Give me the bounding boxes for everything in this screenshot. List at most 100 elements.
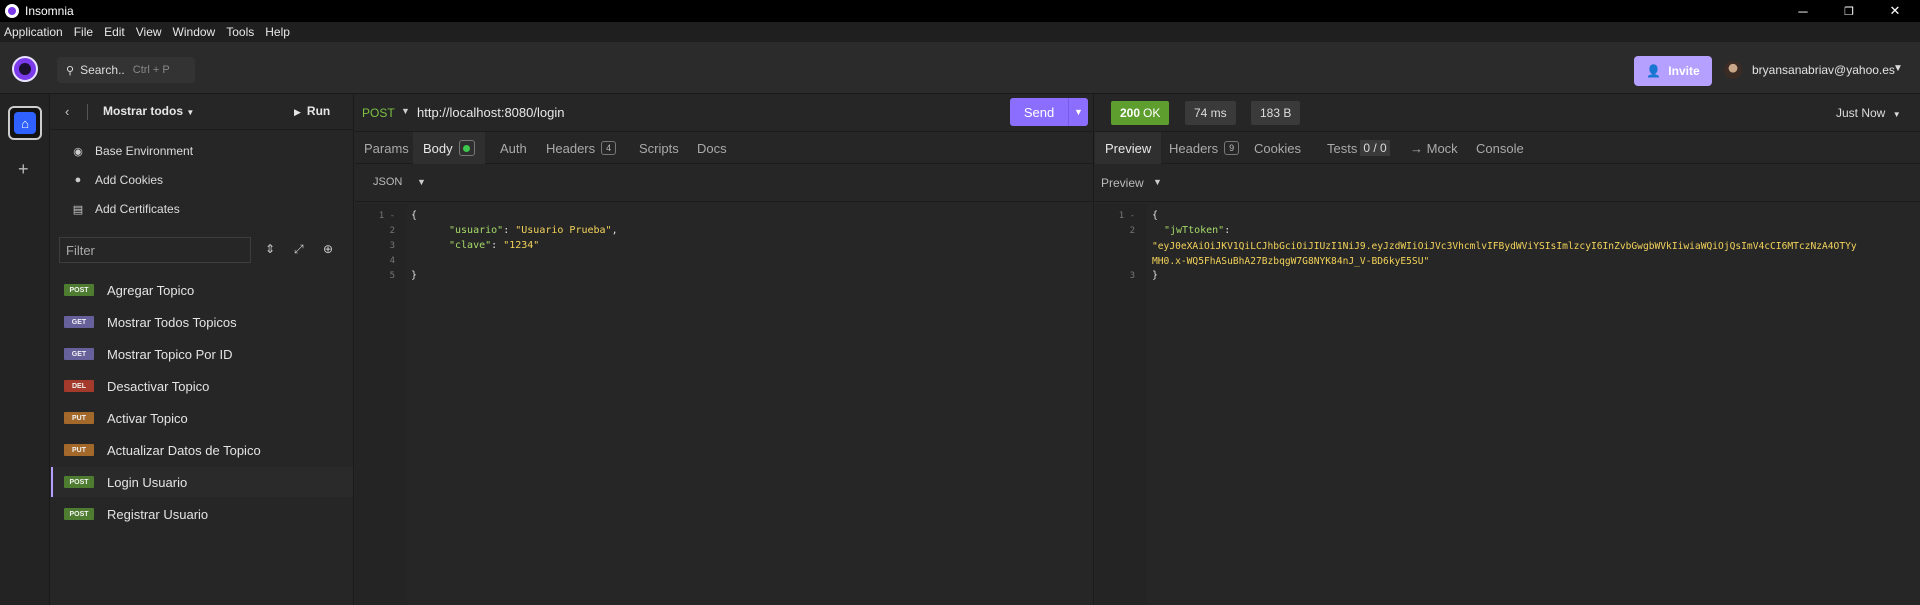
close-button[interactable]: ✕ bbox=[1872, 0, 1918, 22]
url-input[interactable]: http://localhost:8080/login bbox=[417, 105, 564, 120]
tab-docs[interactable]: Docs bbox=[697, 132, 727, 164]
line-gutter bbox=[1095, 204, 1147, 605]
minimize-button[interactable]: ─ bbox=[1780, 0, 1826, 22]
tab-headers-label: Headers bbox=[1169, 140, 1219, 156]
code-line[interactable]: { bbox=[411, 210, 417, 221]
chevron-down-icon[interactable]: ▼ bbox=[417, 177, 426, 187]
tab-console[interactable]: Console bbox=[1476, 132, 1524, 164]
method-selector[interactable]: POST bbox=[362, 106, 395, 120]
request-name: Mostrar Topico Por ID bbox=[107, 346, 233, 362]
chevron-left-icon[interactable]: ‹ bbox=[65, 104, 69, 119]
code-line[interactable]: "jwTtoken": bbox=[1164, 225, 1230, 236]
tab-params[interactable]: Params bbox=[364, 132, 409, 164]
request-item[interactable]: PUT Activar Topico bbox=[51, 403, 353, 433]
tab-mock[interactable]: → Mock bbox=[1410, 132, 1458, 164]
sidebar-header: ‹ Mostrar todos ▼ ▶ Run bbox=[51, 94, 353, 130]
base-environment-link[interactable]: ◉ Base Environment bbox=[71, 140, 193, 162]
cookie-icon: ● bbox=[74, 174, 82, 186]
tab-cookies-label: Cookies bbox=[1254, 140, 1301, 156]
menu-application[interactable]: Application bbox=[4, 25, 63, 39]
request-item[interactable]: DEL Desactivar Topico bbox=[51, 371, 353, 401]
invite-button[interactable]: 👤 Invite bbox=[1634, 56, 1712, 86]
tab-body[interactable]: Body bbox=[413, 132, 485, 164]
tab-tests[interactable]: Tests 0 / 0 bbox=[1327, 132, 1390, 164]
tab-auth-label: Auth bbox=[500, 140, 527, 156]
maximize-button[interactable]: ❐ bbox=[1826, 0, 1872, 22]
code-line[interactable]: "eyJ0eXAiOiJKV1QiLCJhbGciOiJIUzI1NiJ9.ey… bbox=[1152, 241, 1857, 252]
add-user-icon: 👤 bbox=[1646, 64, 1662, 78]
home-button[interactable]: ⌂ bbox=[8, 106, 42, 140]
chevron-down-icon: ▼ bbox=[1892, 110, 1901, 119]
menu-tools[interactable]: Tools bbox=[226, 25, 254, 39]
request-name: Mostrar Todos Topicos bbox=[107, 314, 237, 330]
user-email[interactable]: bryansanabriav@yahoo.es bbox=[1752, 63, 1895, 77]
request-item-active[interactable]: POST Login Usuario bbox=[51, 467, 353, 497]
menu-edit[interactable]: Edit bbox=[104, 25, 125, 39]
sort-icon[interactable]: ⇕ bbox=[265, 242, 275, 256]
add-request-icon[interactable]: ⊕ bbox=[323, 242, 333, 256]
tab-cookies[interactable]: Cookies bbox=[1254, 132, 1301, 164]
search-label: Search.. bbox=[80, 63, 125, 77]
sidebar: ‹ Mostrar todos ▼ ▶ Run ◉ Base Environmen… bbox=[51, 94, 354, 605]
request-item[interactable]: GET Mostrar Todos Topicos bbox=[51, 307, 353, 337]
chevron-down-icon[interactable]: ▼ bbox=[401, 106, 410, 116]
expand-icon[interactable]: ⤢ bbox=[294, 242, 304, 257]
tab-scripts-label: Scripts bbox=[639, 140, 679, 156]
tab-preview[interactable]: Preview bbox=[1095, 132, 1162, 164]
body-type-selector[interactable]: JSON bbox=[373, 176, 402, 188]
menu-view[interactable]: View bbox=[136, 25, 162, 39]
send-label: Send bbox=[1023, 104, 1055, 120]
tab-headers-label: Headers bbox=[546, 140, 596, 156]
chevron-down-icon[interactable]: ▼ bbox=[1068, 98, 1088, 126]
globe-icon: ◉ bbox=[73, 145, 83, 158]
filter-input[interactable]: Filter bbox=[59, 237, 251, 263]
tab-console-label: Console bbox=[1476, 140, 1524, 156]
request-item[interactable]: POST Registrar Usuario bbox=[51, 499, 353, 529]
request-item[interactable]: PUT Actualizar Datos de Topico bbox=[51, 435, 353, 465]
method-badge: DEL bbox=[64, 380, 94, 392]
code-line[interactable]: "clave": "1234" bbox=[449, 240, 539, 251]
chevron-down-icon[interactable]: ▼ bbox=[1153, 177, 1162, 187]
add-cookies-link[interactable]: ● Add Cookies bbox=[71, 169, 163, 191]
response-size: 183 B bbox=[1251, 101, 1301, 125]
request-item[interactable]: GET Mostrar Topico Por ID bbox=[51, 339, 353, 369]
insomnia-brand-icon[interactable] bbox=[12, 56, 38, 82]
menu-file[interactable]: File bbox=[74, 25, 93, 39]
play-icon: ▶ bbox=[294, 107, 301, 117]
project-dropdown[interactable]: Mostrar todos ▼ bbox=[103, 104, 194, 118]
code-line[interactable]: MH0.x-WQ5FhASuBhA27BzbqgW7G8NYK84nJ_V-BD… bbox=[1152, 256, 1429, 267]
code-line[interactable]: } bbox=[411, 270, 417, 281]
code-line[interactable]: "usuario": "Usuario Prueba", bbox=[449, 225, 618, 236]
code-line[interactable]: { bbox=[1152, 210, 1158, 221]
search-button[interactable]: ⚲ Search.. Ctrl + P bbox=[57, 57, 195, 83]
add-icon[interactable]: + bbox=[18, 159, 29, 180]
tab-mock-label: → Mock bbox=[1410, 140, 1458, 156]
request-name: Registrar Usuario bbox=[107, 506, 209, 522]
history-dropdown[interactable]: Just Now ▼ bbox=[1836, 106, 1901, 120]
avatar[interactable] bbox=[1724, 61, 1742, 79]
method-badge: POST bbox=[64, 284, 94, 296]
tab-headers[interactable]: Headers 4 bbox=[546, 132, 617, 164]
preview-mode-selector[interactable]: Preview bbox=[1101, 176, 1144, 190]
menu-help[interactable]: Help bbox=[265, 25, 290, 39]
tab-scripts[interactable]: Scripts bbox=[639, 132, 679, 164]
title-bar: Insomnia ─ ❐ ✕ bbox=[0, 0, 1920, 22]
method-badge: POST bbox=[64, 508, 94, 520]
base-environment-label: Base Environment bbox=[95, 144, 194, 158]
response-pane: 200 OK 74 ms 183 B Just Now ▼ Preview Hea… bbox=[1095, 94, 1920, 605]
menu-window[interactable]: Window bbox=[173, 25, 216, 39]
tab-auth[interactable]: Auth bbox=[500, 132, 527, 164]
add-certificates-link[interactable]: ▤ Add Certificates bbox=[71, 198, 180, 220]
certificate-icon: ▤ bbox=[72, 203, 84, 216]
run-button[interactable]: ▶ Run bbox=[294, 104, 330, 118]
line-number: 3 bbox=[389, 241, 395, 251]
request-item[interactable]: POST Agregar Topico bbox=[51, 275, 353, 305]
chevron-down-icon: ▼ bbox=[186, 108, 195, 117]
app-header: ⚲ Search.. Ctrl + P 👤 Invite bryansanabr… bbox=[0, 42, 1920, 94]
send-button[interactable]: Send ▼ bbox=[1010, 98, 1088, 126]
code-line[interactable]: } bbox=[1152, 270, 1158, 281]
home-icon: ⌂ bbox=[14, 112, 36, 134]
chevron-down-icon[interactable]: ▼ bbox=[1893, 63, 1903, 74]
run-label: Run bbox=[306, 104, 331, 118]
tab-response-headers[interactable]: Headers 9 bbox=[1169, 132, 1240, 164]
